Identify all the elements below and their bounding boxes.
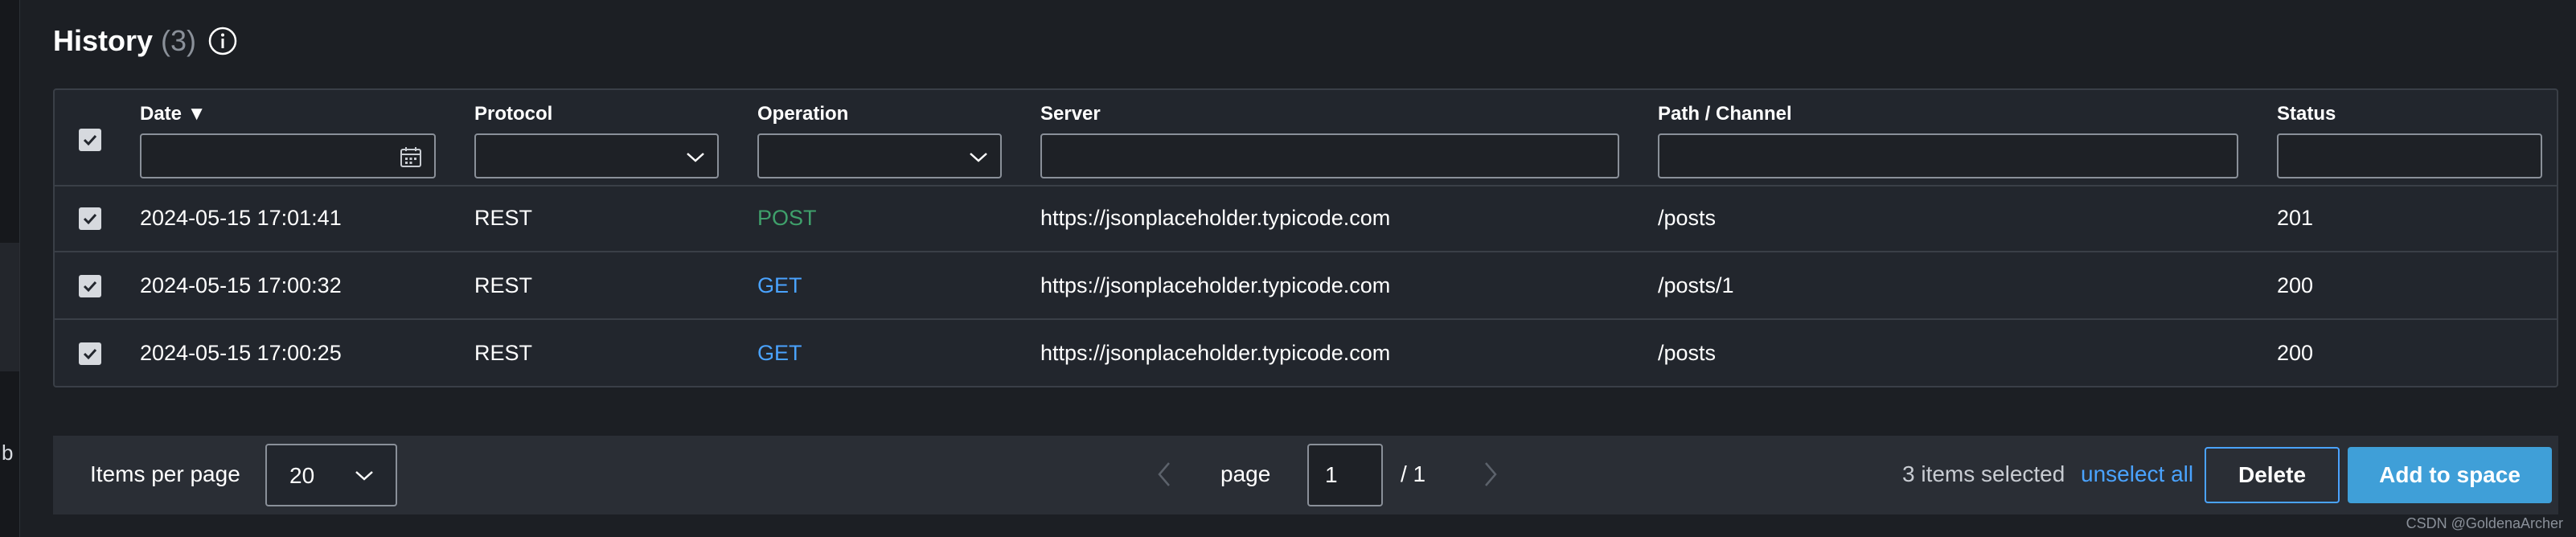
column-header-protocol[interactable]: Protocol: [474, 103, 552, 125]
cell-operation: POST: [757, 206, 817, 230]
status-filter-input[interactable]: [2277, 133, 2542, 178]
date-filter-input[interactable]: [140, 133, 436, 178]
cell-status: 201: [2277, 206, 2314, 230]
left-sidebar-edge: b: [0, 0, 20, 537]
cell-path: /posts: [1658, 206, 1717, 230]
sidebar-active-block: [0, 243, 19, 371]
table-row[interactable]: 2024-05-15 17:00:32 REST GET https://jso…: [55, 252, 2557, 320]
chevron-down-icon: [685, 148, 706, 170]
path-filter-input[interactable]: [1658, 133, 2238, 178]
items-per-page-label: Items per page: [90, 461, 240, 486]
chevron-down-icon: [354, 466, 375, 488]
table-header: Date ▼ Protocol Operation Server Path / …: [55, 90, 2557, 187]
cell-server: https://jsonplaceholder.typicode.com: [1040, 273, 1391, 297]
chevron-down-icon: [968, 148, 989, 170]
info-icon[interactable]: [207, 26, 238, 56]
cell-server: https://jsonplaceholder.typicode.com: [1040, 206, 1391, 230]
watermark: CSDN @GoldenaArcher: [2406, 515, 2563, 531]
selection-count: 3 items selected: [1902, 461, 2065, 486]
column-header-status[interactable]: Status: [2277, 103, 2336, 125]
column-header-path[interactable]: Path / Channel: [1658, 103, 1792, 125]
unselect-all-link[interactable]: unselect all: [2081, 461, 2193, 487]
row-checkbox[interactable]: [79, 275, 101, 297]
history-count: (3): [161, 24, 197, 57]
cell-status: 200: [2277, 273, 2314, 297]
cell-date: 2024-05-15 17:00:25: [140, 341, 342, 365]
cell-date: 2024-05-15 17:00:32: [140, 273, 342, 297]
column-header-date[interactable]: Date ▼: [140, 103, 206, 125]
column-label-date: Date: [140, 103, 183, 125]
chevron-right-icon[interactable]: [1481, 460, 1500, 493]
cell-date: 2024-05-15 17:01:41: [140, 206, 342, 230]
cell-status: 200: [2277, 341, 2314, 365]
cell-operation: GET: [757, 341, 802, 365]
page-total: / 1: [1401, 461, 1426, 486]
row-checkbox[interactable]: [79, 342, 101, 365]
calendar-icon[interactable]: [399, 145, 423, 173]
cell-path: /posts/1: [1658, 273, 1734, 297]
cell-path: /posts: [1658, 341, 1717, 365]
page-label: page: [1220, 461, 1271, 486]
protocol-filter-select[interactable]: [474, 133, 719, 178]
page-title: History: [53, 24, 154, 57]
page-number-input[interactable]: [1307, 444, 1383, 506]
items-per-page-value: 20: [289, 463, 315, 488]
cell-protocol: REST: [474, 341, 533, 365]
server-filter-input[interactable]: [1040, 133, 1619, 178]
history-table: Date ▼ Protocol Operation Server Path / …: [53, 88, 2558, 387]
row-checkbox[interactable]: [79, 207, 101, 230]
add-to-space-button[interactable]: Add to space: [2348, 447, 2552, 503]
column-header-operation[interactable]: Operation: [757, 103, 848, 125]
delete-button[interactable]: Delete: [2205, 447, 2340, 503]
table-row[interactable]: 2024-05-15 17:01:41 REST POST https://js…: [55, 185, 2557, 252]
cell-operation: GET: [757, 273, 802, 297]
cell-protocol: REST: [474, 273, 533, 297]
cell-server: https://jsonplaceholder.typicode.com: [1040, 341, 1391, 365]
sidebar-letter: b: [2, 441, 14, 465]
select-all-checkbox[interactable]: [79, 129, 101, 151]
pagination-bar: Items per page 20 page / 1 3 items selec…: [53, 436, 2558, 514]
operation-filter-select[interactable]: [757, 133, 1002, 178]
table-row[interactable]: 2024-05-15 17:00:25 REST GET https://jso…: [55, 320, 2557, 386]
cell-protocol: REST: [474, 206, 533, 230]
column-header-server[interactable]: Server: [1040, 103, 1101, 125]
sort-desc-icon: ▼: [187, 103, 207, 125]
history-header: History (3): [53, 24, 238, 58]
items-per-page-select[interactable]: 20: [265, 444, 397, 506]
chevron-left-icon[interactable]: [1155, 460, 1174, 493]
